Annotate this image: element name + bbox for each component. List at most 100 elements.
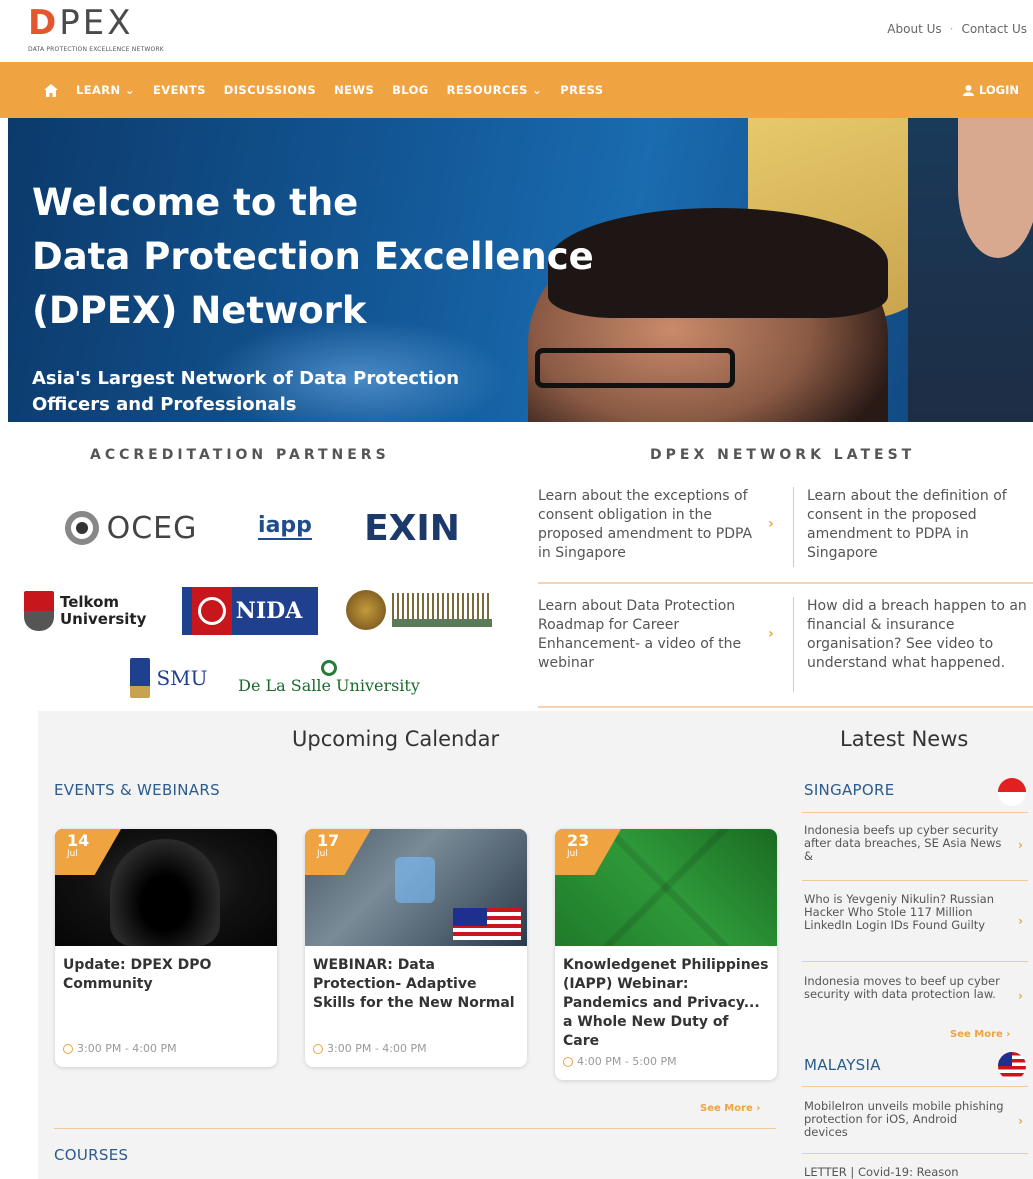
hero-subtitle: Asia's Largest Network of Data Protectio… xyxy=(32,366,512,418)
partner-logo-oceg[interactable]: OCEG xyxy=(46,505,216,551)
partner-logo-exin[interactable]: EXIN xyxy=(352,505,472,551)
news-divider xyxy=(802,1153,1028,1154)
hero-person-image xyxy=(535,348,735,388)
contact-us-link[interactable]: Contact Us xyxy=(961,22,1027,36)
date-badge: 17 Jul xyxy=(305,829,371,875)
news-item[interactable]: MobileIron unveils mobile phishing prote… xyxy=(804,1100,1004,1139)
hero-title: Welcome to the Data Protection Excellenc… xyxy=(32,176,672,338)
article-divider xyxy=(793,597,794,692)
partner-name: OCEG xyxy=(106,510,198,546)
partner-logo-dlsu[interactable]: De La Salle University xyxy=(238,654,420,700)
smu-emblem-icon xyxy=(130,658,151,698)
event-time: 3:00 PM - 4:00 PM xyxy=(313,1042,519,1055)
top-links: About Us · Contact Us xyxy=(887,22,1027,36)
partner-name: NIDA xyxy=(235,598,303,624)
nav-learn[interactable]: LEARN ⌄ xyxy=(76,83,135,97)
news-item[interactable]: Indonesia moves to beef up cyber securit… xyxy=(804,975,1004,1001)
about-us-link[interactable]: About Us xyxy=(887,22,941,36)
chevron-right-icon[interactable]: › xyxy=(768,516,774,532)
event-body: Knowledgenet Philippines (IAPP) Webinar:… xyxy=(555,946,777,1080)
partner-logo-smu[interactable]: SMU xyxy=(104,656,234,700)
partner-name: SMU xyxy=(156,666,208,690)
news-divider xyxy=(802,880,1028,881)
partner-name: EXIN xyxy=(364,507,460,549)
event-time-text: 3:00 PM - 4:00 PM xyxy=(77,1042,177,1055)
event-time: 4:00 PM - 5:00 PM xyxy=(563,1055,769,1068)
event-day: 17 xyxy=(317,831,340,850)
malaysia-label: MALAYSIA xyxy=(804,1056,881,1074)
clock-icon xyxy=(313,1043,323,1054)
courses-label: COURSES xyxy=(54,1146,129,1164)
event-title: WEBINAR: Data Protection- Adaptive Skill… xyxy=(313,957,515,1011)
login-label: LOGIN xyxy=(978,83,1019,97)
partner-logo-telkom[interactable]: Telkom University xyxy=(20,588,160,634)
partner-name: Telkom University xyxy=(60,593,147,628)
logo-tagline: DATA PROTECTION EXCELLENCE NETWORK xyxy=(28,46,164,53)
malaysia-flag-image xyxy=(453,908,521,940)
event-title: Knowledgenet Philippines (IAPP) Webinar:… xyxy=(563,957,769,1049)
event-month: Jul xyxy=(317,849,328,859)
login-button[interactable]: LOGIN xyxy=(962,62,1019,118)
event-day: 14 xyxy=(67,831,90,850)
lock-image xyxy=(395,857,435,903)
event-image: 23 Jul xyxy=(555,829,777,946)
news-item[interactable]: Indonesia beefs up cyber security after … xyxy=(804,824,1004,863)
hero-title-line: Welcome to the xyxy=(32,181,359,224)
partner-logo-iapp[interactable]: iapp xyxy=(240,505,330,551)
dpex-logo[interactable]: DPEX DATA PROTECTION EXCELLENCE NETWORK xyxy=(28,6,218,58)
network-article[interactable]: Learn about the definition of consent in… xyxy=(807,487,1025,563)
singapore-flag-icon xyxy=(998,778,1026,806)
news-divider xyxy=(802,961,1028,962)
news-item[interactable]: Who is Yevgeniy Nikulin? Russian Hacker … xyxy=(804,893,1004,932)
nav-discussions[interactable]: DISCUSSIONS xyxy=(224,83,316,97)
nav-news[interactable]: NEWS xyxy=(334,83,374,97)
event-image: 14 Jul xyxy=(55,829,277,946)
partner-logo-nida[interactable]: NIDA xyxy=(182,587,318,635)
news-divider xyxy=(802,812,1028,813)
hero-person-image xyxy=(958,118,1033,258)
news-divider xyxy=(802,1086,1028,1087)
upcoming-calendar-title: Upcoming Calendar xyxy=(292,727,500,751)
news-item[interactable]: LETTER | Covid-19: Reason xyxy=(804,1166,1004,1179)
chevron-right-icon[interactable]: › xyxy=(1018,1114,1023,1128)
chevron-right-icon[interactable]: › xyxy=(768,626,774,642)
partner-name: De La Salle University xyxy=(238,675,420,695)
events-webinars-label: EVENTS & WEBINARS xyxy=(54,781,220,799)
event-card[interactable]: 23 Jul Knowledgenet Philippines (IAPP) W… xyxy=(555,829,777,1080)
dlsu-emblem-icon xyxy=(321,659,337,676)
network-article[interactable]: Learn about the exceptions of consent ob… xyxy=(538,487,758,563)
chevron-right-icon[interactable]: › xyxy=(1018,838,1023,852)
network-latest-title: DPEX NETWORK LATEST xyxy=(650,447,916,463)
chevron-right-icon[interactable]: › xyxy=(1018,989,1023,1003)
nav-events[interactable]: EVENTS xyxy=(153,83,206,97)
network-article[interactable]: How did a breach happen to an financial … xyxy=(807,597,1031,673)
link-separator: · xyxy=(949,22,954,36)
oceg-ring-icon xyxy=(64,511,99,545)
partner-logo-arabic-university[interactable] xyxy=(344,588,494,632)
nav-press[interactable]: PRESS xyxy=(560,83,603,97)
nida-seal-icon xyxy=(191,587,232,635)
university-emblem-icon xyxy=(346,590,386,630)
nav-blog[interactable]: BLOG xyxy=(392,83,429,97)
logo-wordmark: DPEX xyxy=(28,3,134,43)
university-wordmark-image xyxy=(392,593,492,627)
home-icon[interactable] xyxy=(44,83,58,97)
accreditation-title: ACCREDITATION PARTNERS xyxy=(90,447,390,463)
date-badge: 14 Jul xyxy=(55,829,121,875)
chevron-right-icon[interactable]: › xyxy=(1018,914,1023,928)
hacker-image xyxy=(110,839,220,946)
event-card[interactable]: 17 Jul WEBINAR: Data Protection- Adaptiv… xyxy=(305,829,527,1067)
network-article[interactable]: Learn about Data Protection Roadmap for … xyxy=(538,597,764,673)
event-body: Update: DPEX DPO Community 3:00 PM - 4:0… xyxy=(55,946,277,1067)
news-see-more-link[interactable]: See More › xyxy=(950,1029,1010,1040)
event-card[interactable]: 14 Jul Update: DPEX DPO Community 3:00 P… xyxy=(55,829,277,1067)
article-divider xyxy=(538,582,1033,584)
nav-resources[interactable]: RESOURCES ⌄ xyxy=(447,83,543,97)
article-divider xyxy=(793,487,794,567)
article-divider xyxy=(538,706,1033,708)
events-see-more-link[interactable]: See More › xyxy=(700,1103,760,1114)
nav-items: LEARN ⌄ EVENTS DISCUSSIONS NEWS BLOG RES… xyxy=(44,62,603,118)
user-icon xyxy=(962,84,974,96)
hero-banner: Welcome to the Data Protection Excellenc… xyxy=(8,118,1033,422)
event-title: Update: DPEX DPO Community xyxy=(63,957,212,992)
